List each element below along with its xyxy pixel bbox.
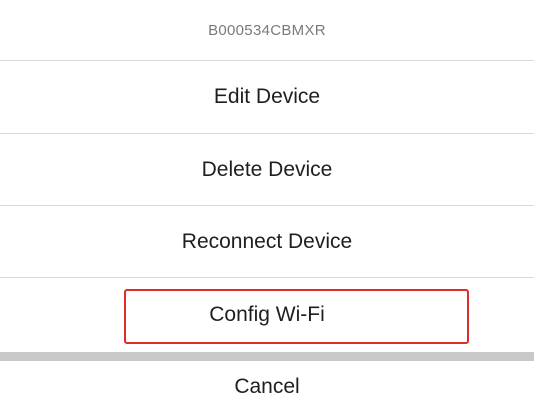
reconnect-device-button[interactable]: Reconnect Device xyxy=(0,206,534,277)
cancel-separator xyxy=(0,352,534,361)
action-sheet: B000534CBMXR Edit Device Delete Device R… xyxy=(0,0,534,412)
config-wifi-button[interactable]: Config Wi-Fi xyxy=(0,278,534,352)
device-serial-title: B000534CBMXR xyxy=(208,21,326,39)
delete-device-button[interactable]: Delete Device xyxy=(0,134,534,205)
edit-device-button[interactable]: Edit Device xyxy=(0,61,534,133)
reconnect-device-label: Reconnect Device xyxy=(181,229,353,253)
cancel-label: Cancel xyxy=(234,374,300,398)
config-wifi-label: Config Wi-Fi xyxy=(209,303,325,326)
cancel-button[interactable]: Cancel xyxy=(0,361,534,412)
delete-device-label: Delete Device xyxy=(201,157,333,181)
edit-device-label: Edit Device xyxy=(213,85,321,108)
